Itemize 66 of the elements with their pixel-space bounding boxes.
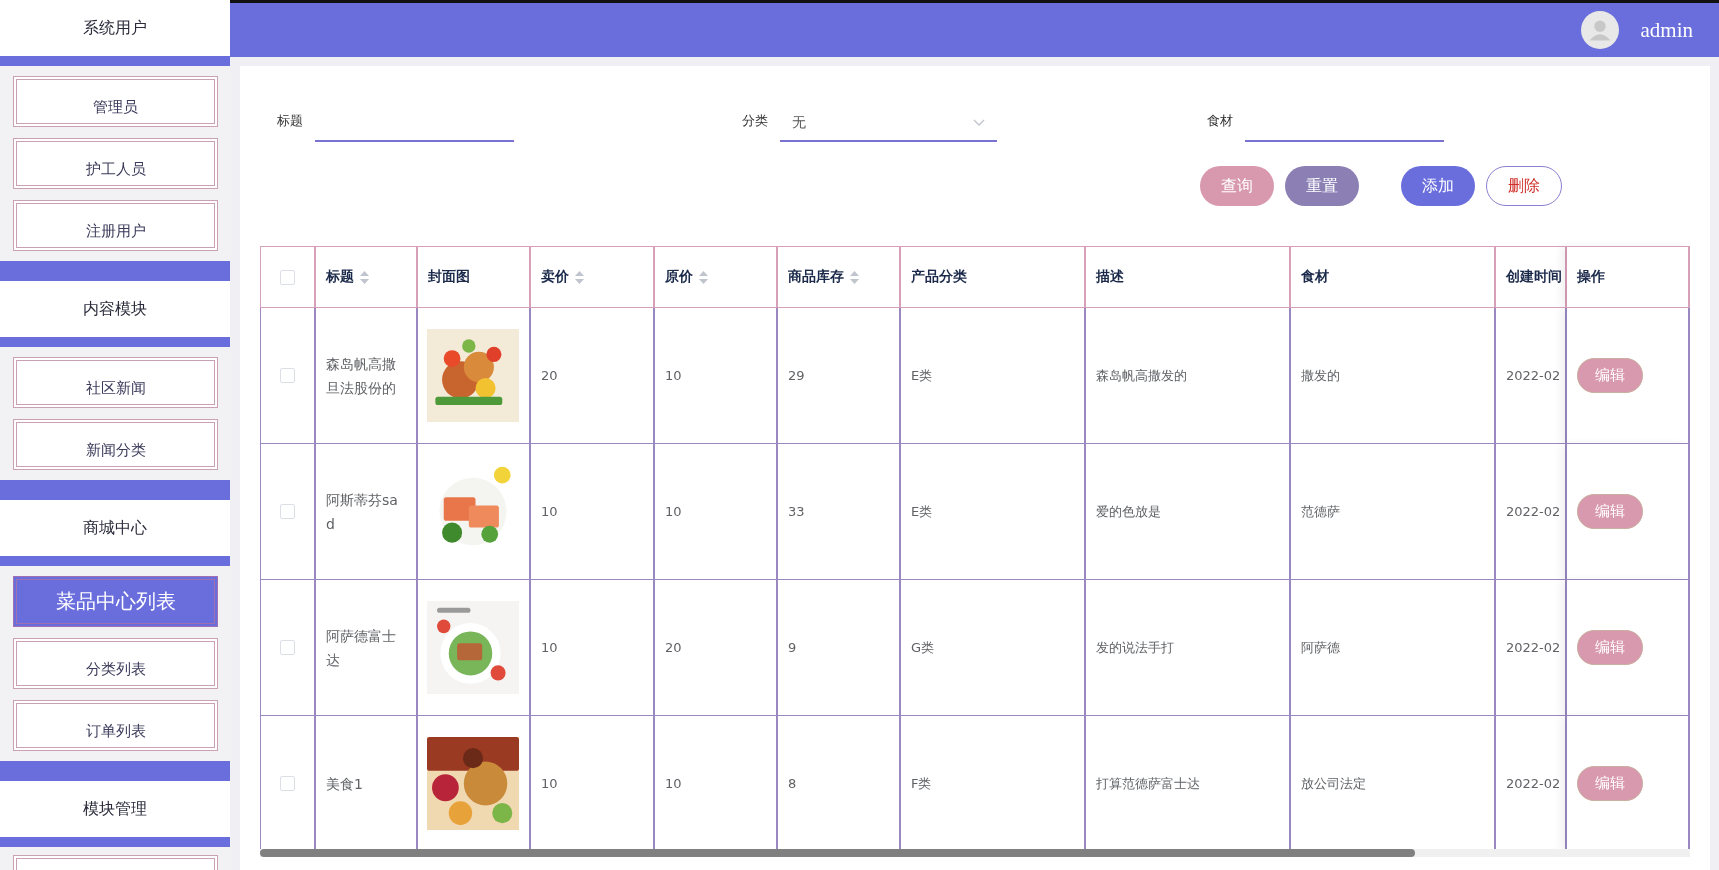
select-field[interactable]: 无 bbox=[780, 112, 997, 142]
table-cell: E类 bbox=[901, 444, 1086, 580]
sidebar-item[interactable]: 订单列表 bbox=[13, 700, 218, 751]
sidebar-section-title[interactable]: 系统用户 bbox=[0, 0, 230, 56]
table-cell: 爱的色放是 bbox=[1086, 444, 1291, 580]
sort-icon[interactable] bbox=[575, 270, 584, 284]
column-title: 封面图 bbox=[428, 268, 470, 286]
column-title: 操作 bbox=[1577, 268, 1605, 286]
table-cell: 撒发的 bbox=[1291, 308, 1496, 444]
column-title: 描述 bbox=[1096, 268, 1124, 286]
add-button[interactable]: 添加 bbox=[1401, 166, 1475, 206]
column-title: 原价 bbox=[665, 268, 693, 286]
table-cell: E类 bbox=[901, 308, 1086, 444]
sidebar-section-title[interactable]: 商城中心 bbox=[0, 500, 230, 556]
checkbox[interactable] bbox=[280, 368, 295, 383]
table-cell: 10 bbox=[655, 308, 778, 444]
delete-button[interactable]: 删除 bbox=[1486, 166, 1562, 206]
sidebar-item[interactable]: 分类列表 bbox=[13, 638, 218, 689]
filter-label: 分类 bbox=[742, 112, 768, 130]
table-cell: 2022-02 bbox=[1496, 580, 1567, 716]
sort-icon[interactable] bbox=[360, 270, 369, 284]
sidebar-item[interactable]: 菜品中心列表 bbox=[13, 576, 218, 627]
chevron-down-icon bbox=[973, 119, 985, 127]
table-cell: 10 bbox=[655, 444, 778, 580]
sidebar-item[interactable]: 新闻分类 bbox=[13, 419, 218, 470]
sidebar-section-title[interactable]: 内容模块 bbox=[0, 281, 230, 337]
sidebar-item[interactable]: 护工人员 bbox=[13, 138, 218, 189]
table-cell: 10 bbox=[531, 580, 655, 716]
table-cell: 2022-02 bbox=[1496, 444, 1567, 580]
column-title: 卖价 bbox=[541, 268, 569, 286]
avatar-icon[interactable] bbox=[1580, 11, 1619, 49]
sidebar-item[interactable]: 管理员 bbox=[13, 76, 218, 127]
table-cell: 10 bbox=[531, 444, 655, 580]
table-cell: 范德萨 bbox=[1291, 444, 1496, 580]
scrollbar[interactable] bbox=[260, 849, 1690, 857]
reset-button[interactable]: 重置 bbox=[1285, 166, 1359, 206]
table-cell: 森岛帆高撒旦法股份的 bbox=[316, 308, 418, 444]
table-cell: G类 bbox=[901, 580, 1086, 716]
sort-icon[interactable] bbox=[850, 270, 859, 284]
table-cell: 20 bbox=[531, 308, 655, 444]
column-title: 商品库存 bbox=[788, 268, 844, 286]
sidebar-section-title[interactable]: 模块管理 bbox=[0, 781, 230, 837]
table-cell: 森岛帆高撒发的 bbox=[1086, 308, 1291, 444]
sort-icon[interactable] bbox=[699, 270, 708, 284]
table-cell: 阿萨德 bbox=[1291, 580, 1496, 716]
column-title: 标题 bbox=[326, 268, 354, 286]
table-cell: 2022-02 bbox=[1496, 308, 1567, 444]
checkbox[interactable] bbox=[280, 504, 295, 519]
table-cell: 发的说法手打 bbox=[1086, 580, 1291, 716]
table-cell: 33 bbox=[778, 444, 901, 580]
sidebar-item[interactable]: 社区新闻 bbox=[13, 357, 218, 408]
table-cell: 29 bbox=[778, 308, 901, 444]
checkbox[interactable] bbox=[280, 776, 295, 791]
table-cell: 20 bbox=[655, 580, 778, 716]
checkbox[interactable] bbox=[280, 640, 295, 655]
filter-label: 标题 bbox=[277, 112, 303, 130]
table-cell: 阿斯蒂芬sad bbox=[316, 444, 418, 580]
table-cell: 9 bbox=[778, 580, 901, 716]
username[interactable]: admin bbox=[1640, 17, 1693, 43]
filter-label: 食材 bbox=[1207, 112, 1233, 130]
sidebar-item[interactable]: 注册用户 bbox=[13, 200, 218, 251]
column-title: 产品分类 bbox=[911, 268, 967, 286]
column-title: 食材 bbox=[1301, 268, 1329, 286]
checkbox[interactable] bbox=[280, 269, 295, 285]
table-cell: 阿萨德富士达 bbox=[316, 580, 418, 716]
column-title: 创建时间 bbox=[1506, 268, 1562, 286]
